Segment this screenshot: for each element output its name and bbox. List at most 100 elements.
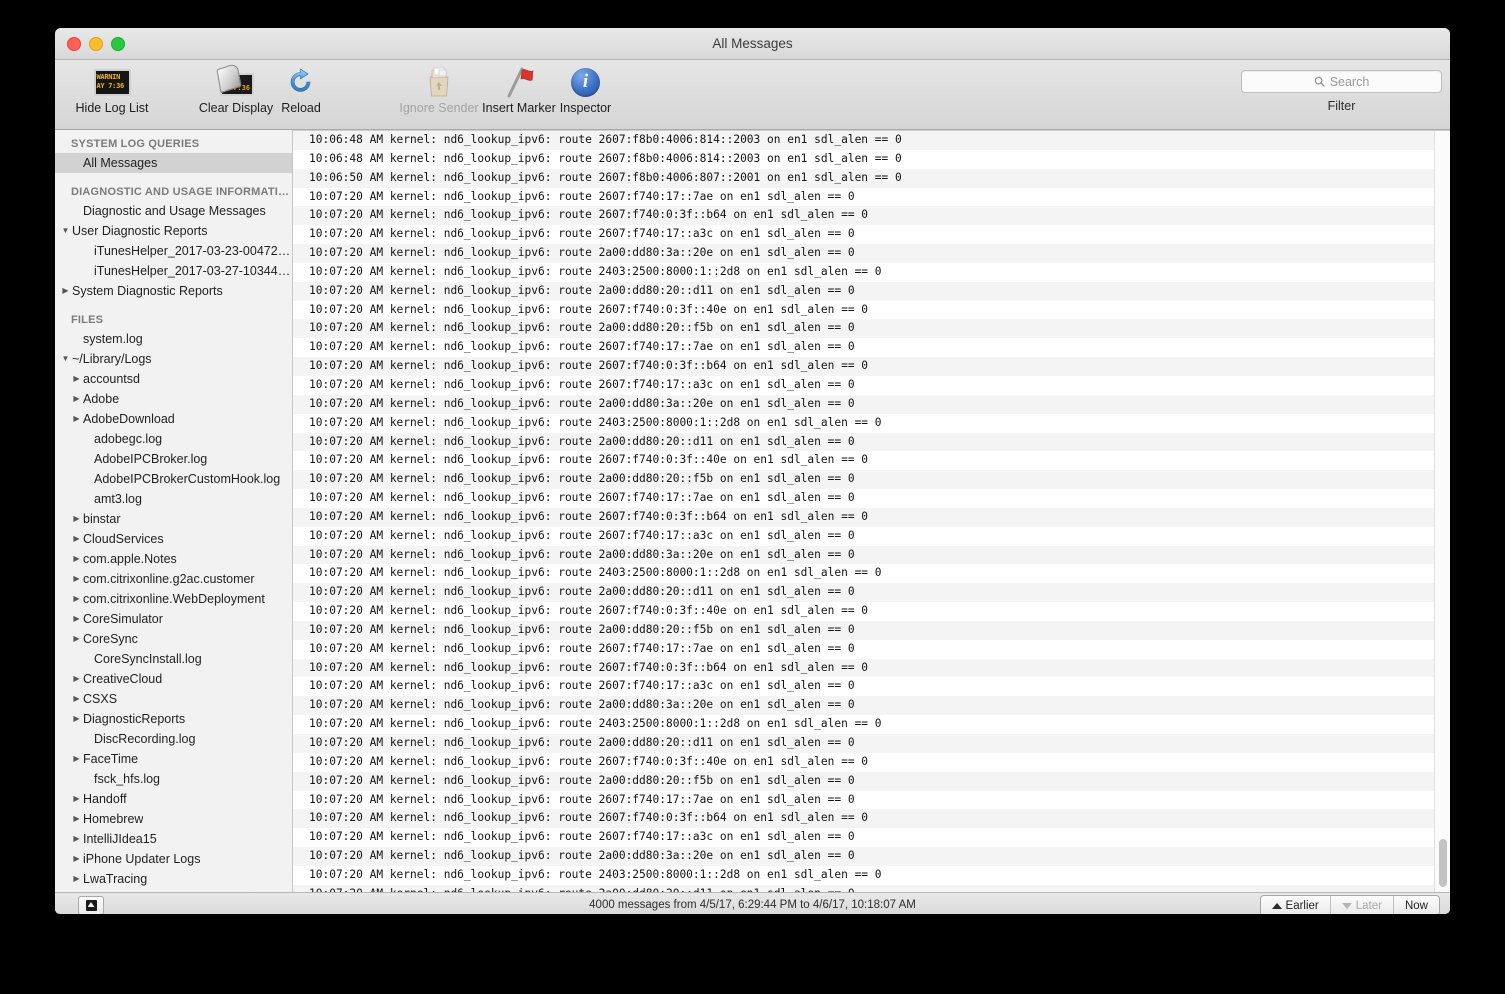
log-row[interactable]: 10:07:20 AM kernel: nd6_lookup_ipv6: rou… — [293, 734, 1450, 753]
sidebar-item-com-apple-notes[interactable]: ▶ com.apple.Notes — [55, 549, 292, 569]
log-message-list[interactable]: 10:06:48 AM kernel: nd6_lookup_ipv6: rou… — [293, 131, 1450, 892]
log-row[interactable]: 10:07:20 AM kernel: nd6_lookup_ipv6: rou… — [293, 602, 1450, 621]
log-row[interactable]: 10:07:20 AM kernel: nd6_lookup_ipv6: rou… — [293, 677, 1450, 696]
sidebar-item-library-logs[interactable]: ▼ ~/Library/Logs — [55, 349, 292, 369]
chevron-right-icon[interactable]: ▶ — [70, 669, 83, 689]
chevron-right-icon[interactable]: ▶ — [70, 549, 83, 569]
chevron-right-icon[interactable]: ▶ — [70, 529, 83, 549]
chevron-down-icon[interactable]: ▼ — [59, 221, 72, 241]
log-row[interactable]: 10:07:20 AM kernel: nd6_lookup_ipv6: rou… — [293, 394, 1450, 414]
hide-log-list-button[interactable]: WARNIN AY 7:36 Hide Log List — [64, 65, 160, 115]
log-row[interactable]: 10:06:50 AM kernel: nd6_lookup_ipv6: rou… — [293, 168, 1450, 188]
sidebar-item-homebrew[interactable]: ▶ Homebrew — [55, 809, 292, 829]
sidebar-item-diagnosticreports[interactable]: ▶ DiagnosticReports — [55, 709, 292, 729]
close-window-button[interactable] — [67, 37, 81, 51]
sidebar-item-com-citrixonline-g2ac-customer[interactable]: ▶ com.citrixonline.g2ac.customer — [55, 569, 292, 589]
sidebar-item-coresync[interactable]: ▶ CoreSync — [55, 629, 292, 649]
chevron-right-icon[interactable]: ▶ — [70, 689, 83, 709]
sidebar-item-iphone-updater-logs[interactable]: ▶ iPhone Updater Logs — [55, 849, 292, 869]
chevron-right-icon[interactable]: ▶ — [70, 509, 83, 529]
sidebar-item-ituneshelper-2017-03-23-004721[interactable]: iTunesHelper_2017-03-23-004721… — [55, 241, 292, 261]
sidebar-item-binstar[interactable]: ▶ binstar — [55, 509, 292, 529]
log-row[interactable]: 10:07:20 AM kernel: nd6_lookup_ipv6: rou… — [293, 715, 1450, 734]
log-row[interactable]: 10:07:20 AM kernel: nd6_lookup_ipv6: rou… — [293, 470, 1450, 490]
log-row[interactable]: 10:07:20 AM kernel: nd6_lookup_ipv6: rou… — [293, 583, 1450, 603]
sidebar-item-user-diagnostic-reports[interactable]: ▼ User Diagnostic Reports — [55, 221, 292, 241]
log-row[interactable]: 10:07:20 AM kernel: nd6_lookup_ipv6: rou… — [293, 507, 1450, 527]
chevron-right-icon[interactable]: ▶ — [70, 849, 83, 869]
now-button[interactable]: Now — [1394, 896, 1439, 914]
chevron-right-icon[interactable]: ▶ — [70, 589, 83, 609]
chevron-right-icon[interactable]: ▶ — [70, 409, 83, 429]
log-scrollbar-thumb[interactable] — [1439, 839, 1447, 887]
log-row[interactable]: 10:07:20 AM kernel: nd6_lookup_ipv6: rou… — [293, 225, 1450, 244]
log-row[interactable]: 10:07:20 AM kernel: nd6_lookup_ipv6: rou… — [293, 432, 1450, 452]
sidebar-item-coresyncinstall-log[interactable]: CoreSyncInstall.log — [55, 649, 292, 669]
earlier-button[interactable]: Earlier — [1261, 896, 1331, 914]
log-row[interactable]: 10:07:20 AM kernel: nd6_lookup_ipv6: rou… — [293, 188, 1450, 207]
inspector-button[interactable]: i Inspector — [543, 65, 628, 115]
chevron-right-icon[interactable]: ▶ — [70, 749, 83, 769]
chevron-right-icon[interactable]: ▶ — [70, 629, 83, 649]
chevron-right-icon[interactable]: ▶ — [70, 569, 83, 589]
chevron-right-icon[interactable]: ▶ — [70, 709, 83, 729]
log-row[interactable]: 10:07:20 AM kernel: nd6_lookup_ipv6: rou… — [293, 564, 1450, 583]
log-row[interactable]: 10:07:20 AM kernel: nd6_lookup_ipv6: rou… — [293, 828, 1450, 847]
sidebar-item-accountsd[interactable]: ▶ accountsd — [55, 369, 292, 389]
sidebar-item-adobe[interactable]: ▶ Adobe — [55, 389, 292, 409]
log-row[interactable]: 10:07:20 AM kernel: nd6_lookup_ipv6: rou… — [293, 753, 1450, 772]
log-row[interactable]: 10:07:20 AM kernel: nd6_lookup_ipv6: rou… — [293, 281, 1450, 301]
sidebar-item-system-log[interactable]: system.log — [55, 329, 292, 349]
minimize-window-button[interactable] — [89, 37, 103, 51]
log-row[interactable]: 10:06:48 AM kernel: nd6_lookup_ipv6: rou… — [293, 150, 1450, 169]
sidebar-item-adobeipcbroker-log[interactable]: AdobeIPCBroker.log — [55, 449, 292, 469]
sidebar-item-adobeipcbrokercustomhook-log[interactable]: AdobeIPCBrokerCustomHook.log — [55, 469, 292, 489]
chevron-right-icon[interactable]: ▶ — [70, 809, 83, 829]
sidebar-item-lwatracing[interactable]: ▶ LwaTracing — [55, 869, 292, 889]
chevron-right-icon[interactable]: ▶ — [70, 789, 83, 809]
sidebar-item-creativecloud[interactable]: ▶ CreativeCloud — [55, 669, 292, 689]
sidebar-item-facetime[interactable]: ▶ FaceTime — [55, 749, 292, 769]
log-row[interactable]: 10:07:20 AM kernel: nd6_lookup_ipv6: rou… — [293, 338, 1450, 357]
sidebar-item-adobedownload[interactable]: ▶ AdobeDownload — [55, 409, 292, 429]
log-row[interactable]: 10:07:20 AM kernel: nd6_lookup_ipv6: rou… — [293, 527, 1450, 546]
log-row[interactable]: 10:07:20 AM kernel: nd6_lookup_ipv6: rou… — [293, 640, 1450, 659]
chevron-down-icon[interactable]: ▼ — [59, 349, 72, 369]
log-row[interactable]: 10:07:20 AM kernel: nd6_lookup_ipv6: rou… — [293, 884, 1450, 892]
log-row[interactable]: 10:07:20 AM kernel: nd6_lookup_ipv6: rou… — [293, 357, 1450, 376]
log-row[interactable]: 10:06:48 AM kernel: nd6_lookup_ipv6: rou… — [293, 131, 1450, 150]
log-row[interactable]: 10:07:20 AM kernel: nd6_lookup_ipv6: rou… — [293, 696, 1450, 716]
reload-button[interactable]: Reload — [265, 65, 337, 115]
log-row[interactable]: 10:07:20 AM kernel: nd6_lookup_ipv6: rou… — [293, 545, 1450, 565]
chevron-right-icon[interactable]: ▶ — [70, 869, 83, 889]
sidebar-item-cloudservices[interactable]: ▶ CloudServices — [55, 529, 292, 549]
log-row[interactable]: 10:07:20 AM kernel: nd6_lookup_ipv6: rou… — [293, 244, 1450, 263]
log-row[interactable]: 10:07:20 AM kernel: nd6_lookup_ipv6: rou… — [293, 451, 1450, 470]
log-row[interactable]: 10:07:20 AM kernel: nd6_lookup_ipv6: rou… — [293, 791, 1450, 810]
sidebar-item-coresimulator[interactable]: ▶ CoreSimulator — [55, 609, 292, 629]
log-row[interactable]: 10:07:20 AM kernel: nd6_lookup_ipv6: rou… — [293, 620, 1450, 640]
sidebar-item-csxs[interactable]: ▶ CSXS — [55, 689, 292, 709]
sidebar-item-handoff[interactable]: ▶ Handoff — [55, 789, 292, 809]
log-row[interactable]: 10:07:20 AM kernel: nd6_lookup_ipv6: rou… — [293, 809, 1450, 829]
sidebar-item-com-citrixonline-webdeployment[interactable]: ▶ com.citrixonline.WebDeployment — [55, 589, 292, 609]
log-row[interactable]: 10:07:20 AM kernel: nd6_lookup_ipv6: rou… — [293, 847, 1450, 866]
log-row[interactable]: 10:07:20 AM kernel: nd6_lookup_ipv6: rou… — [293, 489, 1450, 508]
log-row[interactable]: 10:07:20 AM kernel: nd6_lookup_ipv6: rou… — [293, 414, 1450, 433]
sidebar-item-all-messages[interactable]: All Messages — [55, 153, 292, 173]
log-row[interactable]: 10:07:20 AM kernel: nd6_lookup_ipv6: rou… — [293, 263, 1450, 282]
sidebar-item-intellijidea15[interactable]: ▶ IntelliJIdea15 — [55, 829, 292, 849]
log-row[interactable]: 10:07:20 AM kernel: nd6_lookup_ipv6: rou… — [293, 319, 1450, 339]
log-row[interactable]: 10:07:20 AM kernel: nd6_lookup_ipv6: rou… — [293, 301, 1450, 320]
sidebar-item-system-diagnostic-reports[interactable]: ▶ System Diagnostic Reports — [55, 281, 292, 301]
sidebar[interactable]: SYSTEM LOG QUERIES All Messages DIAGNOSTIC… — [55, 130, 293, 892]
chevron-right-icon[interactable]: ▶ — [70, 609, 83, 629]
sidebar-item-adobegc-log[interactable]: adobegc.log — [55, 429, 292, 449]
sidebar-item-discrecording-log[interactable]: DiscRecording.log — [55, 729, 292, 749]
log-row[interactable]: 10:07:20 AM kernel: nd6_lookup_ipv6: rou… — [293, 658, 1450, 678]
chevron-right-icon[interactable]: ▶ — [59, 281, 72, 301]
sidebar-item-diagnostic-and-usage-messages[interactable]: Diagnostic and Usage Messages — [55, 201, 292, 221]
sidebar-item-ituneshelper-2017-03-27-103441[interactable]: iTunesHelper_2017-03-27-103441_… — [55, 261, 292, 281]
log-row[interactable]: 10:07:20 AM kernel: nd6_lookup_ipv6: rou… — [293, 206, 1450, 226]
log-row[interactable]: 10:07:20 AM kernel: nd6_lookup_ipv6: rou… — [293, 866, 1450, 885]
